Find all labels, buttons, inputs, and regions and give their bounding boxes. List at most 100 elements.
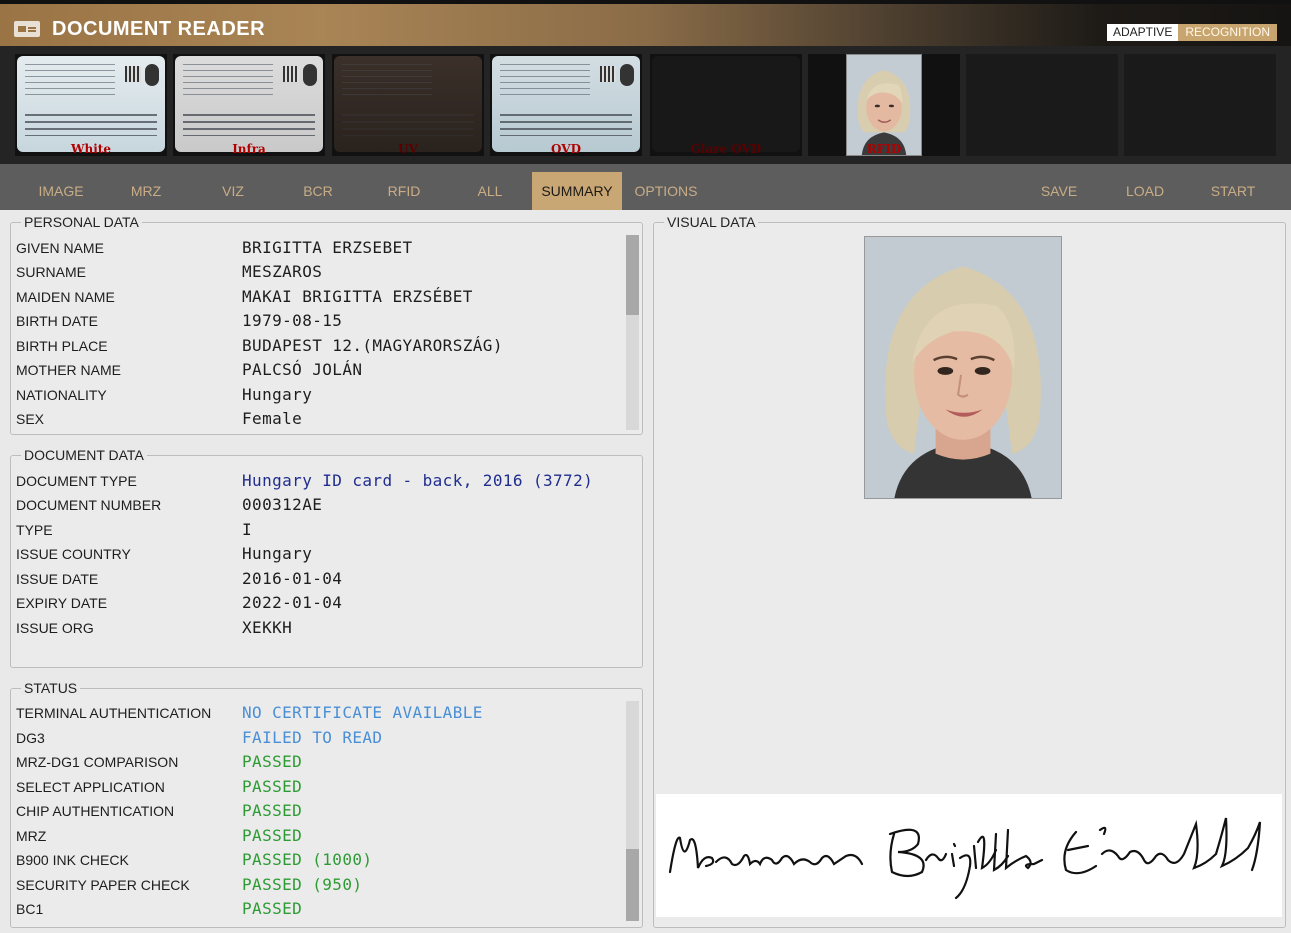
field-value: Hungary ID card - back, 2016 (3772)	[242, 471, 594, 490]
status-label: SECURITY PAPER CHECK	[16, 877, 190, 893]
save-button[interactable]: SAVE	[1030, 172, 1088, 210]
thumbnail-infra[interactable]: Infra	[173, 54, 325, 156]
status-value: PASSED	[242, 899, 303, 918]
badge-recognition: RECOGNITION	[1178, 24, 1277, 41]
field-label: MOTHER NAME	[16, 362, 121, 378]
status-value: PASSED (1000)	[242, 850, 373, 869]
status-label: B900 INK CHECK	[16, 852, 129, 868]
status-value: PASSED (950)	[242, 875, 363, 894]
thumbnail-ovd[interactable]: OVD	[490, 54, 642, 156]
status-value: PASSED	[242, 777, 303, 796]
field-label: SEX	[16, 411, 45, 427]
app-title: DOCUMENT READER	[52, 18, 266, 40]
id-card-image	[334, 56, 482, 152]
personal-data-title: PERSONAL DATA	[21, 215, 142, 229]
scrollbar-thumb[interactable]	[626, 235, 639, 315]
badge-adaptive: ADAPTIVE	[1106, 24, 1179, 41]
field-label: ISSUE DATE	[16, 571, 99, 587]
status-value: FAILED TO READ	[242, 728, 383, 747]
personal-data-panel: PERSONAL DATA GIVEN NAME BRIGITTA ERZSEBE…	[10, 215, 643, 435]
status-label: CHIP AUTHENTICATION	[16, 803, 175, 819]
field-label: GIVEN NAME	[16, 240, 104, 256]
adaptive-recognition-badge: ADAPTIVE RECOGNITION	[1106, 24, 1277, 41]
status-value: NO CERTIFICATE AVAILABLE	[242, 703, 483, 722]
id-card-image	[492, 56, 640, 152]
field-value: 2016-01-04	[242, 569, 343, 588]
field-value: Hungary	[242, 544, 313, 563]
rfid-face-image	[846, 54, 922, 156]
tab-summary[interactable]: SUMMARY	[532, 172, 622, 210]
thumbnail-label: Infra	[232, 142, 266, 156]
document-data-title: DOCUMENT DATA	[21, 448, 147, 462]
main-toolbar: IMAGE MRZ VIZ BCR RFID ALL SUMMARY OPTIO…	[0, 164, 1291, 210]
title-bar: DOCUMENT READER ADAPTIVE RECOGNITION	[0, 0, 1291, 46]
field-label: TYPE	[16, 522, 53, 538]
thumbnail-label: Glare OVD	[690, 142, 762, 156]
personal-scrollbar[interactable]	[626, 235, 639, 430]
tab-rfid[interactable]: RFID	[374, 172, 434, 210]
status-label: TERMINAL AUTHENTICATION	[16, 705, 212, 721]
field-label: MAIDEN NAME	[16, 289, 115, 305]
tab-image[interactable]: IMAGE	[26, 172, 96, 210]
status-panel: STATUS TERMINAL AUTHENTICATION NO CERTIFI…	[10, 681, 643, 928]
thumbnail-white[interactable]: White	[15, 54, 167, 156]
thumbnail-label: White	[71, 142, 111, 156]
status-scrollbar[interactable]	[626, 701, 639, 921]
field-label: ISSUE COUNTRY	[16, 546, 131, 562]
thumbnail-label: UV	[398, 142, 418, 156]
status-value: PASSED	[242, 752, 303, 771]
status-label: BC1	[16, 901, 44, 917]
visual-data-title: VISUAL DATA	[664, 215, 759, 229]
field-label: EXPIRY DATE	[16, 595, 108, 611]
status-label: DG3	[16, 730, 45, 746]
status-label: MRZ	[16, 828, 47, 844]
field-value: 1979-08-15	[242, 311, 343, 330]
field-value: PALCSÓ JOLÁN	[242, 360, 363, 379]
thumbnail-uv[interactable]: UV	[332, 54, 484, 156]
field-label: SURNAME	[16, 264, 87, 280]
thumbnail-glare-ovd[interactable]: Glare OVD	[650, 54, 802, 156]
field-value: I	[242, 520, 253, 539]
start-button[interactable]: START	[1200, 172, 1266, 210]
status-value: PASSED	[242, 826, 303, 845]
tab-mrz[interactable]: MRZ	[116, 172, 176, 210]
id-card-image	[652, 56, 800, 152]
field-label: ISSUE ORG	[16, 620, 94, 636]
id-card-image	[175, 56, 323, 152]
field-value: 000312AE	[242, 495, 323, 514]
field-label: BIRTH DATE	[16, 313, 98, 329]
tab-options[interactable]: OPTIONS	[626, 172, 706, 210]
tab-bcr[interactable]: BCR	[290, 172, 346, 210]
field-value: Female	[242, 409, 303, 428]
id-card-icon	[14, 21, 40, 37]
field-label: DOCUMENT TYPE	[16, 473, 137, 489]
field-value: BUDAPEST 12.(MAGYARORSZÁG)	[242, 336, 503, 355]
thumbnail-rfid[interactable]: RFID	[808, 54, 960, 156]
tab-viz[interactable]: VIZ	[206, 172, 260, 210]
field-value: Hungary	[242, 385, 313, 404]
tab-all[interactable]: ALL	[464, 172, 516, 210]
field-label: DOCUMENT NUMBER	[16, 497, 162, 513]
field-label: NATIONALITY	[16, 387, 107, 403]
field-value: BRIGITTA ERZSEBET	[242, 238, 413, 257]
status-label: SELECT APPLICATION	[16, 779, 165, 795]
image-thumbnail-strip: White Infra UV OVD Glare OVD RFID	[0, 46, 1291, 164]
field-value: 2022-01-04	[242, 593, 343, 612]
portrait-photo	[864, 236, 1062, 499]
field-value: XEKKH	[242, 618, 293, 637]
thumbnail-label: OVD	[551, 142, 581, 156]
load-button[interactable]: LOAD	[1116, 172, 1174, 210]
field-label: BIRTH PLACE	[16, 338, 108, 354]
status-title: STATUS	[21, 681, 81, 695]
document-data-panel: DOCUMENT DATA DOCUMENT TYPE Hungary ID ca…	[10, 448, 643, 668]
thumbnail-empty[interactable]	[966, 54, 1118, 156]
signature-image	[656, 794, 1282, 917]
field-value: MESZAROS	[242, 262, 323, 281]
thumbnail-label: RFID	[866, 142, 902, 156]
thumbnail-empty[interactable]	[1124, 54, 1276, 156]
scrollbar-thumb[interactable]	[626, 849, 639, 921]
field-value: MAKAI BRIGITTA ERZSÉBET	[242, 287, 473, 306]
status-value: PASSED	[242, 801, 303, 820]
status-label: MRZ-DG1 COMPARISON	[16, 754, 179, 770]
id-card-image	[17, 56, 165, 152]
